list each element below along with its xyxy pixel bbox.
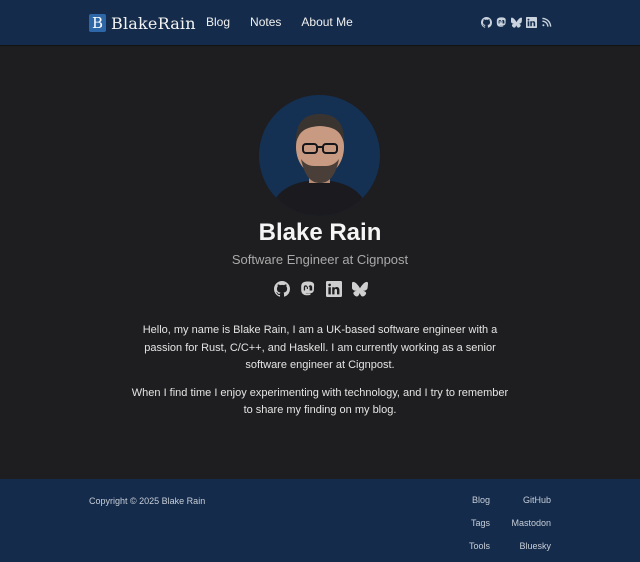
brand-name: BlakeRain: [111, 13, 196, 33]
mastodon-icon[interactable]: [300, 281, 316, 297]
footer-link-tags[interactable]: Tags: [469, 519, 490, 528]
brand-link[interactable]: B BlakeRain: [89, 13, 196, 33]
profile-social-links: [274, 281, 368, 297]
nav-notes[interactable]: Notes: [250, 15, 281, 29]
bio-paragraph: Hello, my name is Blake Rain, I am a UK-…: [142, 324, 498, 371]
mastodon-icon[interactable]: [495, 16, 507, 28]
footer-link-tools[interactable]: Tools: [469, 542, 490, 551]
footer-links-primary: Blog Tags Tools: [469, 496, 490, 551]
rss-icon[interactable]: [540, 16, 552, 28]
site-footer: Copyright © 2025 Blake Rain Blog Tags To…: [0, 479, 640, 562]
footer-links-social: GitHub Mastodon Bluesky: [511, 496, 551, 551]
logo-icon: B: [89, 14, 106, 32]
nav-about-me[interactable]: About Me: [301, 15, 352, 29]
github-icon[interactable]: [274, 281, 290, 297]
main-nav: Blog Notes About Me: [206, 15, 353, 29]
header-social-links: [480, 16, 552, 28]
github-icon[interactable]: [480, 16, 492, 28]
nav-blog[interactable]: Blog: [206, 15, 230, 29]
linkedin-icon[interactable]: [326, 281, 342, 297]
footer-link-bluesky[interactable]: Bluesky: [511, 542, 551, 551]
profile-subtitle: Software Engineer at Cignpost: [231, 252, 409, 267]
copyright: Copyright © 2025 Blake Rain: [89, 496, 206, 506]
profile-name: Blake Rain: [258, 219, 382, 246]
site-header: B BlakeRain Blog Notes About Me: [0, 0, 640, 45]
bluesky-icon[interactable]: [510, 16, 522, 28]
linkedin-icon[interactable]: [525, 16, 537, 28]
footer-link-mastodon[interactable]: Mastodon: [511, 519, 551, 528]
bio: Hello, my name is Blake Rain, I am a UK-…: [130, 322, 510, 430]
bluesky-icon[interactable]: [352, 281, 368, 297]
footer-link-github[interactable]: GitHub: [511, 496, 551, 505]
bio-paragraph: When I find time I enjoy experimenting w…: [131, 386, 509, 417]
profile-avatar: [259, 95, 380, 216]
footer-link-blog[interactable]: Blog: [469, 496, 490, 505]
